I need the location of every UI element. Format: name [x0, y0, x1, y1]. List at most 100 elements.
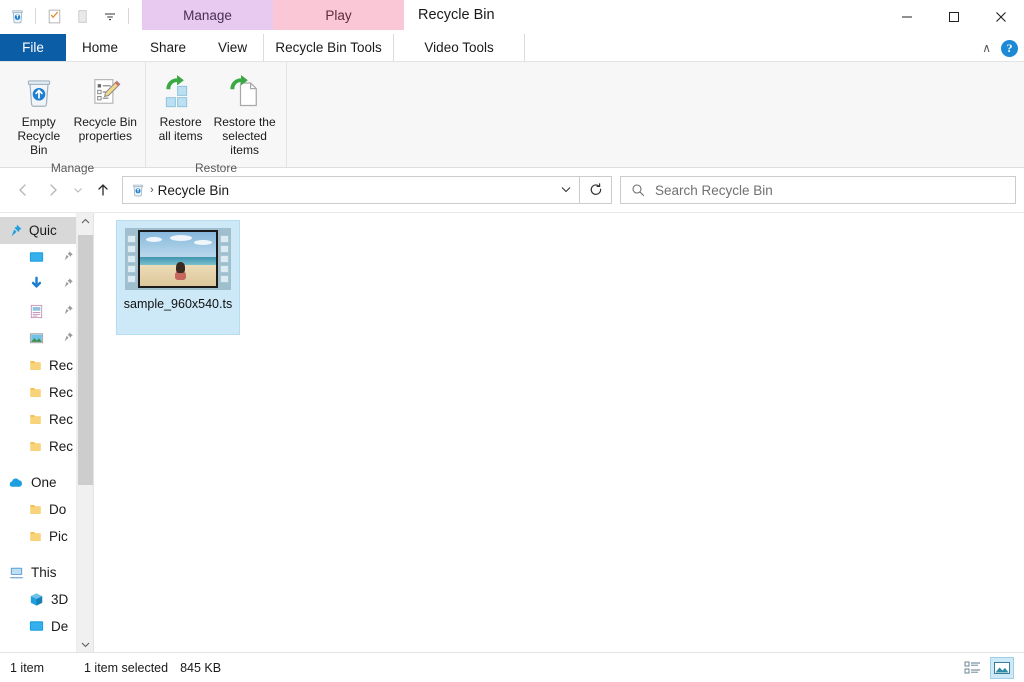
- collapse-ribbon-button[interactable]: ∧: [982, 41, 991, 55]
- sidebar-item-pc-desktop-label: De: [51, 619, 69, 634]
- recycle-bin-properties-button[interactable]: Recycle Bin properties: [72, 68, 139, 147]
- search-icon: [631, 183, 645, 197]
- navigation-pane-scrollbar[interactable]: [76, 213, 93, 652]
- navigation-list: Quic Rec Rec Rec Rec One Do Pic This 3D …: [0, 213, 78, 640]
- qat-separator-2: [128, 8, 129, 24]
- sidebar-item-desktop[interactable]: [0, 244, 78, 271]
- status-bar: 1 item 1 item selected 845 KB: [0, 652, 1024, 682]
- contextual-tab-header-manage[interactable]: Manage: [142, 0, 273, 30]
- recent-locations-button[interactable]: [68, 175, 88, 205]
- sidebar-gap-1: [0, 460, 78, 469]
- desktop-icon: [28, 618, 45, 635]
- large-icons-view-button[interactable]: [990, 656, 1014, 679]
- contextual-tab-play-label: Play: [325, 7, 352, 23]
- sidebar-item-documents[interactable]: [0, 298, 78, 325]
- ribbon-group-manage: Empty Recycle Bin Recycle Bin properties…: [0, 62, 146, 175]
- file-explorer-window: Manage Play Recycle Bin File Home Share …: [0, 0, 1024, 682]
- sidebar-item-folder-1-label: Rec: [49, 358, 74, 373]
- minimize-button[interactable]: [883, 0, 930, 34]
- tab-home[interactable]: Home: [66, 34, 134, 61]
- search-input[interactable]: Search Recycle Bin: [620, 176, 1016, 204]
- sidebar-item-folder-3[interactable]: Rec: [0, 406, 78, 433]
- folder-icon: [28, 529, 43, 544]
- sidebar-item-onedrive-documents-label: Do: [49, 502, 67, 517]
- qat-new-folder-icon[interactable]: [69, 4, 95, 28]
- scroll-up-icon[interactable]: [77, 213, 93, 230]
- file-list-area[interactable]: sample_960x540.ts: [94, 213, 1024, 652]
- maximize-button[interactable]: [930, 0, 977, 34]
- restore-all-items-label: Restore all items: [159, 115, 203, 143]
- tab-view[interactable]: View: [202, 34, 263, 61]
- restore-selected-icon: [227, 72, 263, 112]
- this-pc-icon: [8, 564, 25, 581]
- ribbon-tab-strip: File Home Share View Recycle Bin Tools V…: [0, 34, 1024, 62]
- ribbon-group-manage-label: Manage: [50, 161, 95, 175]
- tab-recycle-bin-tools-label: Recycle Bin Tools: [275, 40, 382, 55]
- qat-properties-icon[interactable]: [41, 4, 67, 28]
- sidebar-item-folder-2[interactable]: Rec: [0, 379, 78, 406]
- empty-recycle-bin-button[interactable]: Empty Recycle Bin: [6, 68, 72, 161]
- sidebar-item-this-pc[interactable]: This: [0, 559, 78, 586]
- tab-view-label: View: [218, 40, 248, 55]
- sidebar-item-this-pc-label: This: [31, 565, 57, 580]
- sidebar-item-onedrive-pictures-label: Pic: [49, 529, 68, 544]
- restore-selected-items-label: Restore the selected items: [211, 115, 278, 157]
- contextual-tab-header-play[interactable]: Play: [273, 0, 404, 30]
- sidebar-item-3d-objects[interactable]: 3D: [0, 586, 78, 613]
- close-button[interactable]: [977, 0, 1024, 34]
- tab-recycle-bin-tools[interactable]: Recycle Bin Tools: [263, 34, 395, 61]
- scrollbar-thumb[interactable]: [78, 235, 93, 485]
- tab-video-tools[interactable]: Video Tools: [394, 34, 526, 61]
- file-item-label: sample_960x540.ts: [123, 297, 233, 311]
- qat-recycle-bin-icon[interactable]: [4, 4, 30, 28]
- sidebar-item-onedrive[interactable]: One: [0, 469, 78, 496]
- sidebar-item-folder-1[interactable]: Rec: [0, 352, 78, 379]
- tab-file[interactable]: File: [0, 34, 66, 61]
- pin-star-icon: [8, 223, 23, 238]
- folder-icon: [28, 502, 43, 517]
- qat-customize-button[interactable]: [97, 4, 123, 28]
- recycle-bin-properties-line1: Recycle Bin: [73, 115, 137, 129]
- back-button[interactable]: [8, 175, 38, 205]
- main-area: Quic Rec Rec Rec Rec One Do Pic This 3D …: [0, 212, 1024, 652]
- sidebar-item-quick-access[interactable]: Quic: [0, 217, 78, 244]
- scroll-down-icon[interactable]: [77, 636, 93, 652]
- ribbon-group-restore-label: Restore: [194, 161, 238, 175]
- sidebar-item-folder-4-label: Rec: [49, 439, 74, 454]
- window-controls: [883, 0, 1024, 34]
- details-view-button[interactable]: [961, 657, 985, 679]
- onedrive-icon: [8, 474, 25, 491]
- up-button[interactable]: [88, 175, 118, 205]
- filmstrip-perforations-left: [127, 233, 136, 285]
- sidebar-item-onedrive-documents[interactable]: Do: [0, 496, 78, 523]
- refresh-button[interactable]: [580, 176, 612, 204]
- ribbon-tab-strip-right: ∧ ?: [982, 34, 1018, 62]
- help-icon[interactable]: ?: [1001, 39, 1018, 57]
- sidebar-item-3d-objects-label: 3D: [51, 592, 69, 607]
- tab-share[interactable]: Share: [134, 34, 202, 61]
- sidebar-item-downloads[interactable]: [0, 271, 78, 298]
- status-size: 845 KB: [180, 660, 222, 675]
- recycle-bin-properties-label: Recycle Bin properties: [74, 115, 137, 143]
- status-item-count: 1 item: [10, 660, 45, 675]
- documents-icon: [28, 303, 45, 320]
- address-dropdown-button[interactable]: [553, 183, 579, 198]
- restore-selected-items-button[interactable]: Restore the selected items: [209, 68, 280, 161]
- tab-home-label: Home: [82, 40, 119, 55]
- breadcrumb: › Recycle Bin: [123, 182, 553, 198]
- search-placeholder: Search Recycle Bin: [655, 182, 773, 198]
- address-field[interactable]: › Recycle Bin: [122, 176, 580, 204]
- file-item[interactable]: sample_960x540.ts: [116, 220, 240, 335]
- sidebar-item-pictures[interactable]: [0, 325, 78, 352]
- restore-all-items-button[interactable]: Restore all items: [152, 68, 209, 147]
- ribbon: Empty Recycle Bin Recycle Bin properties…: [0, 62, 1024, 175]
- contextual-tab-headers: Manage Play: [142, 0, 404, 30]
- sidebar-item-onedrive-pictures[interactable]: Pic: [0, 523, 78, 550]
- sidebar-item-folder-4[interactable]: Rec: [0, 433, 78, 460]
- breadcrumb-path[interactable]: Recycle Bin: [158, 183, 229, 198]
- pictures-icon: [28, 330, 45, 347]
- breadcrumb-separator: ›: [150, 184, 154, 196]
- empty-recycle-bin-line2: Recycle Bin: [17, 129, 61, 157]
- forward-button[interactable]: [38, 175, 68, 205]
- sidebar-item-pc-desktop[interactable]: De: [0, 613, 78, 640]
